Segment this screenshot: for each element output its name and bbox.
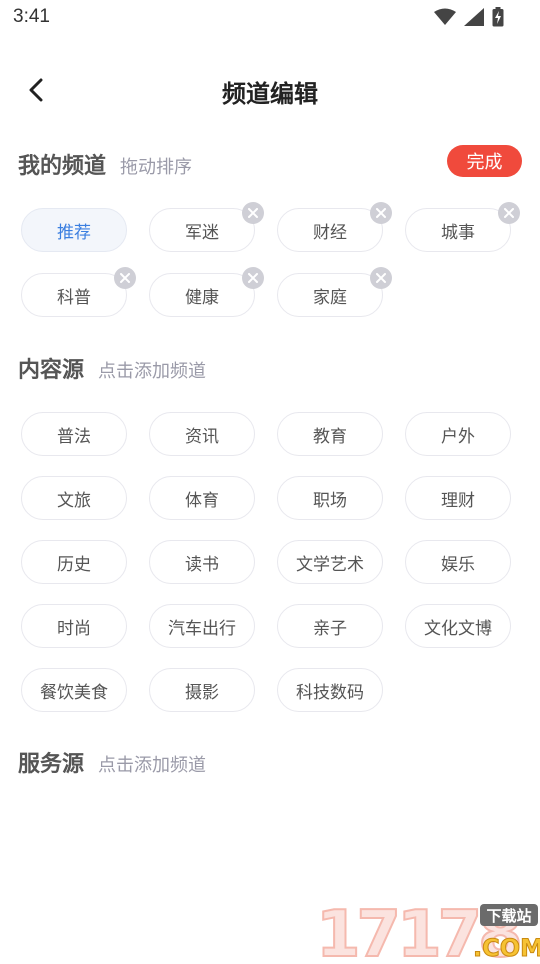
source-chip[interactable]: 理财: [405, 476, 511, 520]
source-chip[interactable]: 历史: [21, 540, 127, 584]
done-button[interactable]: 完成: [447, 145, 522, 177]
channel-chip-recommend[interactable]: 推荐: [21, 208, 127, 252]
battery-icon: [492, 7, 504, 27]
my-channels-hint: 拖动排序: [120, 157, 193, 178]
source-chip[interactable]: 户外: [405, 412, 511, 456]
close-icon: [504, 208, 514, 218]
remove-channel-button[interactable]: [242, 267, 264, 289]
watermark-domain: .COM: [473, 934, 540, 960]
chip-label: 财经: [313, 222, 347, 243]
source-chip[interactable]: 亲子: [277, 604, 383, 648]
source-chip[interactable]: 汽车出行: [149, 604, 255, 648]
wifi-icon: [434, 8, 456, 25]
source-chip[interactable]: 读书: [149, 540, 255, 584]
source-chip[interactable]: 娱乐: [405, 540, 511, 584]
source-chip[interactable]: 文学艺术: [277, 540, 383, 584]
chip-label: 推荐: [57, 222, 91, 243]
close-icon: [376, 273, 386, 283]
source-chip[interactable]: 时尚: [21, 604, 127, 648]
content-sources-header: 内容源 点击添加频道: [18, 352, 206, 384]
channel-chip[interactable]: 家庭: [277, 273, 383, 317]
chip-label: 健康: [185, 287, 219, 308]
channel-chip[interactable]: 科普: [21, 273, 127, 317]
source-chip[interactable]: 餐饮美食: [21, 668, 127, 712]
source-chip[interactable]: 文旅: [21, 476, 127, 520]
chip-label: 科普: [57, 287, 91, 308]
close-icon: [248, 208, 258, 218]
signal-icon: [464, 8, 484, 26]
channel-chip[interactable]: 健康: [149, 273, 255, 317]
remove-channel-button[interactable]: [498, 202, 520, 224]
page-title: 频道编辑: [222, 80, 318, 108]
close-icon: [120, 273, 130, 283]
status-bar: 3:41: [0, 0, 540, 36]
remove-channel-button[interactable]: [370, 267, 392, 289]
source-chip[interactable]: 职场: [277, 476, 383, 520]
channel-chip[interactable]: 军迷: [149, 208, 255, 252]
source-chip[interactable]: 摄影: [149, 668, 255, 712]
watermark-tag: 下载站: [486, 907, 531, 925]
service-sources-title: 服务源: [18, 752, 85, 777]
content-sources-title: 内容源: [18, 358, 85, 383]
source-chip[interactable]: 文化文博: [405, 604, 511, 648]
chip-label: 家庭: [313, 287, 347, 308]
close-icon: [376, 208, 386, 218]
remove-channel-button[interactable]: [370, 202, 392, 224]
source-chip[interactable]: 普法: [21, 412, 127, 456]
source-chip[interactable]: 体育: [149, 476, 255, 520]
close-icon: [248, 273, 258, 283]
remove-channel-button[interactable]: [114, 267, 136, 289]
chip-label: 城事: [441, 222, 475, 243]
channel-chip[interactable]: 财经: [277, 208, 383, 252]
status-icons: [434, 7, 504, 27]
header-bar: 频道编辑: [0, 60, 540, 120]
service-sources-hint: 点击添加频道: [98, 755, 207, 776]
chip-label: 军迷: [185, 222, 219, 243]
my-channels-header: 我的频道 拖动排序: [18, 148, 192, 180]
service-sources-header: 服务源 点击添加频道: [18, 746, 206, 778]
my-channels-title: 我的频道: [18, 154, 107, 179]
source-chip[interactable]: 资讯: [149, 412, 255, 456]
channel-chip[interactable]: 城事: [405, 208, 511, 252]
source-chip[interactable]: 教育: [277, 412, 383, 456]
site-watermark-logo: 17178 下载站 .COM: [315, 897, 540, 964]
status-time: 3:41: [13, 6, 50, 27]
remove-channel-button[interactable]: [242, 202, 264, 224]
content-sources-hint: 点击添加频道: [98, 361, 207, 382]
source-chip[interactable]: 科技数码: [277, 668, 383, 712]
